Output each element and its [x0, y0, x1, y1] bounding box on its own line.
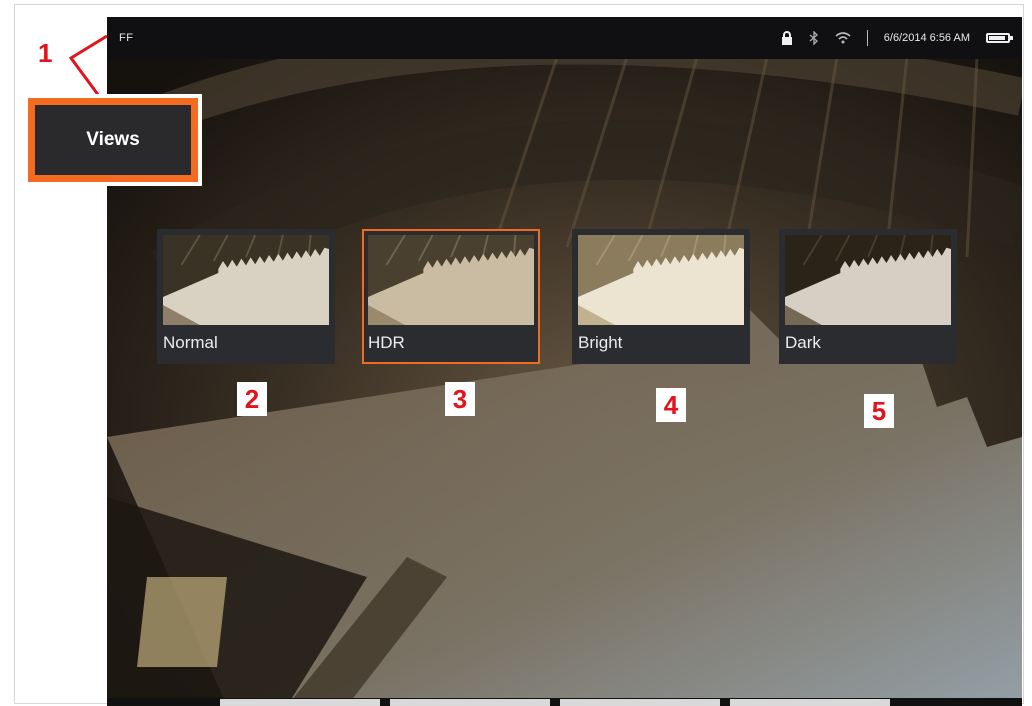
view-label: Bright	[578, 333, 623, 352]
callout-5: 5	[864, 394, 894, 428]
view-option-bright[interactable]: Bright	[572, 229, 750, 364]
view-thumbnail-normal	[163, 235, 329, 325]
softkey-2[interactable]	[390, 699, 550, 706]
battery-icon	[986, 33, 1013, 43]
bluetooth-icon	[809, 31, 819, 45]
callout-3: 3	[445, 382, 475, 416]
softkey-4[interactable]	[730, 699, 890, 706]
view-label: Dark	[785, 333, 821, 352]
view-option-dark[interactable]: Dark	[779, 229, 957, 364]
softkey-1[interactable]	[220, 699, 380, 706]
view-thumbnail-bright	[578, 235, 744, 325]
views-button[interactable]: Views	[28, 98, 198, 182]
status-datetime: 6/6/2014 6:56 AM	[883, 32, 970, 44]
view-thumbnail-dark	[785, 235, 951, 325]
callout-4: 4	[656, 388, 686, 422]
view-option-hdr[interactable]: HDR	[362, 229, 540, 364]
device-screen: FF 6/6/2014 6:56 AM Normal HDR Bright Da	[107, 17, 1022, 706]
callout-1: 1	[38, 38, 53, 68]
view-option-normal[interactable]: Normal	[157, 229, 335, 364]
lock-icon	[781, 31, 793, 45]
view-thumbnail-hdr	[368, 235, 534, 325]
view-label: HDR	[368, 333, 405, 352]
view-label: Normal	[163, 333, 218, 352]
callout-2: 2	[237, 382, 267, 416]
capture-mode: FF	[119, 32, 134, 44]
status-divider	[866, 30, 868, 46]
battery-level	[989, 36, 1006, 40]
status-bar: FF 6/6/2014 6:56 AM	[107, 17, 1022, 59]
wifi-icon	[835, 32, 851, 44]
softkey-3[interactable]	[560, 699, 720, 706]
views-button-frame: Views	[24, 94, 202, 186]
